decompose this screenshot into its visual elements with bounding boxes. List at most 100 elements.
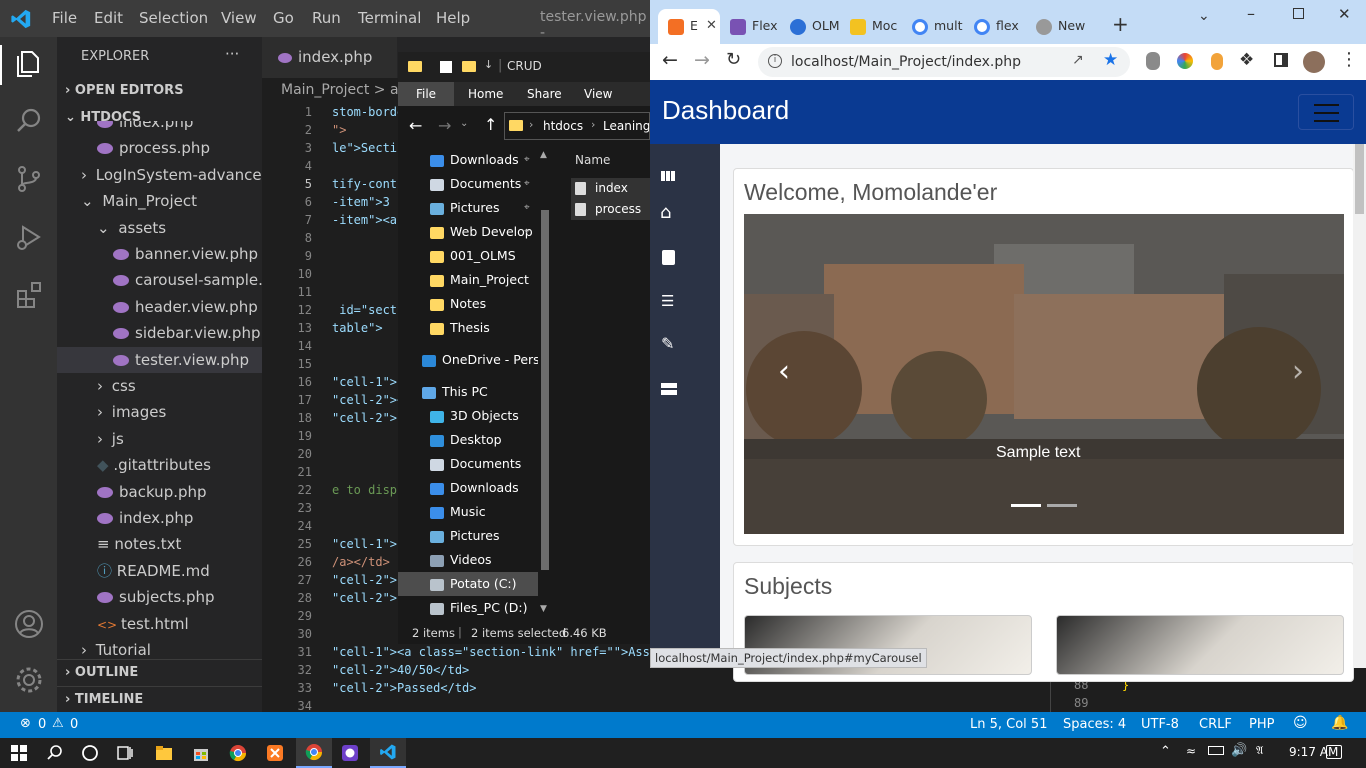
scroll-thumb[interactable]: [541, 210, 549, 570]
carousel-next-icon[interactable]: ›: [1292, 354, 1304, 389]
tree-item[interactable]: tester.view.php: [57, 346, 262, 373]
extension-bug-icon[interactable]: [1146, 52, 1160, 70]
source-control-icon[interactable]: [13, 163, 45, 195]
brand-title[interactable]: Dashboard: [662, 95, 789, 126]
properties-icon[interactable]: [440, 61, 452, 73]
tree-item[interactable]: ⓘ README.md: [57, 558, 262, 584]
fx-nav-item[interactable]: OneDrive - Person: [398, 348, 538, 372]
fx-nav-item[interactable]: This PC: [398, 380, 538, 404]
kebab-menu-icon[interactable]: ⋮: [1340, 49, 1358, 70]
navbar-toggler-button[interactable]: [1298, 94, 1354, 130]
volume-icon[interactable]: 🔊: [1231, 743, 1247, 758]
address-bar[interactable]: i localhost/Main_Project/index.php ↗ ★: [758, 47, 1130, 77]
new-tab-icon[interactable]: +: [1112, 12, 1129, 36]
encoding[interactable]: UTF-8: [1141, 717, 1179, 732]
search-icon[interactable]: [13, 105, 45, 137]
tree-item[interactable]: › images: [57, 399, 262, 425]
menu-selection[interactable]: Selection: [139, 9, 208, 27]
fx-nav-item[interactable]: Notes: [398, 292, 538, 316]
tab-new[interactable]: New: [1026, 9, 1088, 44]
scroll-thumb[interactable]: [1355, 144, 1364, 214]
error-count[interactable]: 0: [38, 717, 46, 732]
ribbon-file[interactable]: File: [398, 82, 454, 106]
recent-dropdown-icon[interactable]: ⌄: [460, 118, 468, 129]
settings-gear-icon[interactable]: [13, 664, 45, 696]
fx-nav-item[interactable]: Downloads ⌖: [398, 148, 538, 172]
chrome-taskbar-icon[interactable]: [229, 744, 247, 762]
pen-icon[interactable]: ✎: [661, 334, 674, 353]
tab-flex2[interactable]: flex: [964, 9, 1026, 44]
tree-item[interactable]: index.php: [57, 121, 262, 135]
battery-icon[interactable]: [1208, 746, 1224, 755]
fx-nav-item[interactable]: Potato (C:): [398, 572, 538, 596]
menu-run[interactable]: Run: [312, 9, 341, 27]
explorer-icon[interactable]: [13, 47, 45, 79]
book-icon[interactable]: [662, 250, 675, 265]
warning-count[interactable]: 0: [70, 717, 78, 732]
page-scrollbar[interactable]: [1353, 144, 1366, 668]
fx-address-bar[interactable]: › htdocs › LeaningF: [504, 112, 650, 140]
column-name[interactable]: Name: [575, 153, 610, 167]
menu-file[interactable]: File: [52, 9, 77, 27]
avatar[interactable]: [1303, 51, 1325, 73]
info-icon[interactable]: i: [768, 54, 782, 68]
path-leaning[interactable]: LeaningF: [603, 119, 649, 133]
tree-item[interactable]: header.view.php: [57, 294, 262, 320]
tab-moc[interactable]: Moc: [840, 9, 902, 44]
github-desktop-icon[interactable]: [341, 744, 359, 762]
tree-item[interactable]: sidebar.view.php: [57, 320, 262, 346]
close-window-icon[interactable]: ✕: [1338, 5, 1351, 23]
tree-item[interactable]: backup.php: [57, 479, 262, 505]
line-ending[interactable]: CRLF: [1199, 717, 1232, 732]
ribbon-view[interactable]: View: [584, 87, 612, 101]
maximize-icon[interactable]: [1293, 8, 1304, 19]
subject-card-image[interactable]: [1056, 615, 1344, 675]
cortana-icon[interactable]: [81, 744, 99, 762]
fx-nav-item[interactable]: Main_Project: [398, 268, 538, 292]
url-text[interactable]: localhost/Main_Project/index.php: [791, 54, 1021, 70]
tree-item[interactable]: <> test.html: [57, 611, 262, 637]
error-icon[interactable]: ⊗: [20, 716, 31, 731]
tree-item[interactable]: index.php: [57, 505, 262, 531]
carousel-prev-icon[interactable]: ‹: [778, 354, 790, 389]
close-tab-icon[interactable]: ✕: [706, 9, 717, 43]
feedback-icon[interactable]: ☺: [1293, 715, 1308, 731]
wifi-icon[interactable]: ≈: [1186, 744, 1196, 758]
tree-item[interactable]: banner.view.php: [57, 241, 262, 267]
language-mode[interactable]: PHP: [1249, 717, 1274, 732]
fx-nav-item[interactable]: Thesis: [398, 316, 538, 340]
new-folder-icon[interactable]: [462, 61, 476, 72]
share-icon[interactable]: ↗: [1072, 52, 1084, 68]
tab-search-icon[interactable]: ⌄: [1198, 8, 1210, 24]
tree-item[interactable]: subjects.php: [57, 584, 262, 610]
pin-icon[interactable]: ⌖: [524, 148, 530, 172]
fx-nav-item[interactable]: Downloads: [398, 476, 538, 500]
tab-mult[interactable]: mult: [902, 9, 964, 44]
breadcrumb[interactable]: Main_Project > a: [281, 82, 399, 98]
timeline-section[interactable]: › TIMELINE: [57, 686, 262, 712]
menu-view[interactable]: View: [221, 9, 257, 27]
fx-nav-item[interactable]: Documents: [398, 452, 538, 476]
tab-flex[interactable]: Flex: [720, 9, 780, 44]
account-icon[interactable]: [13, 608, 45, 640]
fx-nav-item[interactable]: Documents ⌖: [398, 172, 538, 196]
tab-index-php[interactable]: index.php: [262, 37, 397, 78]
tab-olm[interactable]: OLM: [780, 9, 840, 44]
file-explorer-taskbar-icon[interactable]: [155, 744, 173, 762]
server-icon[interactable]: [661, 383, 677, 395]
tasks-icon[interactable]: ☰: [661, 292, 674, 310]
tree-item[interactable]: carousel-sample.php: [57, 267, 262, 293]
forward-arrow-icon[interactable]: →: [438, 116, 451, 135]
fx-nav-item[interactable]: 3D Objects: [398, 404, 538, 428]
up-arrow-icon[interactable]: ↑: [484, 115, 497, 134]
more-actions-icon[interactable]: ···: [225, 45, 239, 63]
side-panel-icon[interactable]: [1274, 53, 1288, 67]
extensions-icon[interactable]: [13, 279, 45, 311]
home-icon[interactable]: ⌂: [660, 202, 671, 223]
puzzle-extensions-icon[interactable]: ❖: [1239, 50, 1254, 70]
outline-section[interactable]: › OUTLINE: [57, 659, 262, 685]
cursor-position[interactable]: Ln 5, Col 51: [970, 717, 1047, 732]
pin-icon[interactable]: ⌖: [524, 196, 530, 220]
fx-nav-item[interactable]: Pictures: [398, 524, 538, 548]
file-process[interactable]: process: [571, 199, 650, 220]
